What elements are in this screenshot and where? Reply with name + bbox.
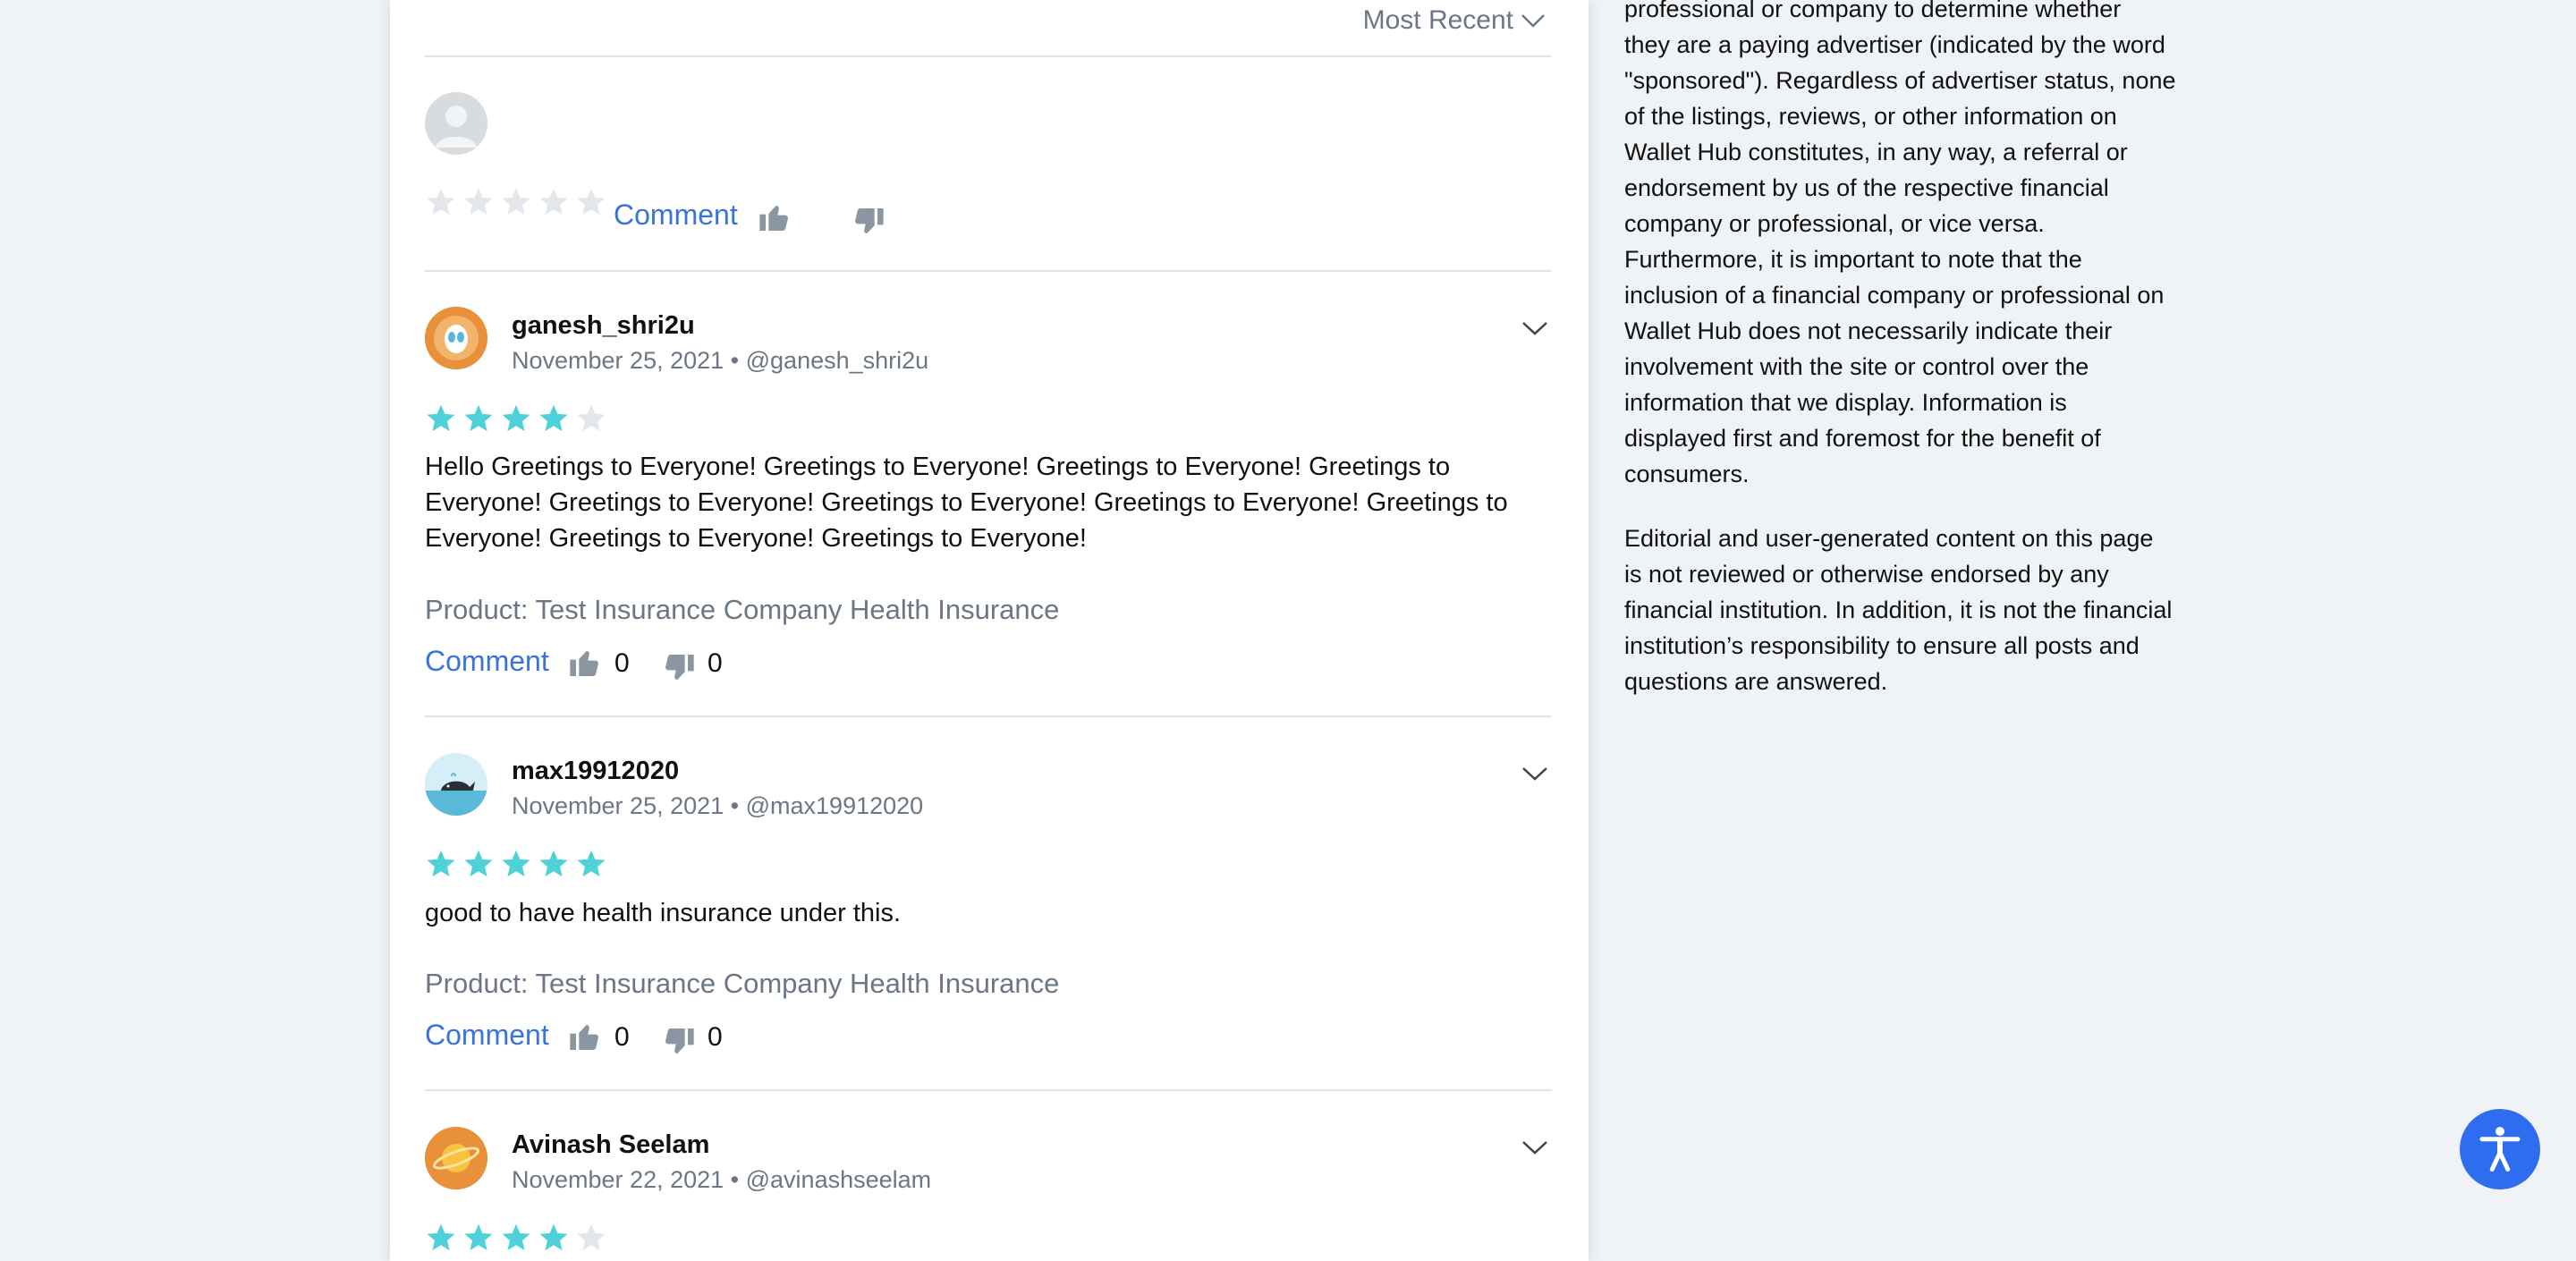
star-icon: [539, 404, 568, 432]
review-product: Product: Test Insurance Company Health I…: [425, 968, 1060, 999]
review-date: November 25, 2021: [512, 347, 724, 374]
star-icon: [464, 404, 493, 432]
review-rating-stars: [425, 848, 607, 880]
star-icon: [577, 404, 606, 432]
disclosure-line: of the listings, reviews, or other infor…: [1624, 103, 2117, 130]
star-icon: [427, 404, 455, 432]
reviewer-avatar: [425, 1127, 487, 1189]
disclosure-line: Editorial and user-generated content on …: [1624, 525, 2154, 552]
review-product: Product: Test Insurance Company Health I…: [425, 594, 1060, 625]
divider: [425, 270, 1552, 272]
disclosure-line: "sponsored"). Regardless of advertiser s…: [1624, 67, 2176, 94]
chevron-down-icon: [1521, 14, 1545, 28]
comment-link[interactable]: Comment: [614, 199, 738, 232]
disclosure-line: Wallet Hub constitutes, in any way, a re…: [1624, 139, 2128, 165]
star-icon: [427, 1223, 455, 1251]
review-rating-stars: [425, 402, 607, 435]
dislike-count: 0: [708, 1022, 723, 1052]
disclosure-line: consumers.: [1624, 461, 1750, 487]
rating-input-stars[interactable]: [425, 186, 607, 218]
disclosure-line: involvement with the site or control ove…: [1624, 353, 2089, 380]
review-date: November 25, 2021: [512, 792, 724, 819]
review-text: Hello Greetings to Everyone! Greetings t…: [425, 453, 1508, 553]
reviews-card: Most Recent Comment ganesh_shri2u Novemb…: [390, 0, 1589, 1261]
like-count: 0: [614, 1022, 630, 1052]
disclosure-line: questions are answered.: [1624, 668, 1888, 695]
sort-label: Most Recent: [1362, 5, 1513, 35]
star-icon: [502, 404, 530, 432]
thumbs-down-icon[interactable]: [661, 650, 697, 686]
like-count: 0: [614, 648, 630, 678]
star-icon[interactable]: [500, 186, 532, 218]
planet-avatar-icon: [425, 1127, 487, 1189]
reviewer-handle[interactable]: @ganesh_shri2u: [746, 347, 929, 374]
star-icon[interactable]: [538, 186, 570, 218]
thumbs-up-icon[interactable]: [757, 199, 792, 235]
accessibility-icon: [2479, 1127, 2521, 1172]
advertiser-disclosure-paragraph: professional or company to determine whe…: [1624, 0, 2197, 492]
user-silhouette-icon: [436, 106, 477, 148]
reviewer-handle[interactable]: @avinashseelam: [746, 1166, 932, 1193]
star-icon: [502, 850, 530, 877]
editorial-disclosure-paragraph: Editorial and user-generated content on …: [1624, 520, 2197, 699]
star-icon[interactable]: [575, 186, 607, 218]
reviewer-handle[interactable]: @max19912020: [746, 792, 924, 819]
divider: [425, 1089, 1552, 1091]
disclosure-line: Wallet Hub does not necessarily indicate…: [1624, 317, 2113, 344]
review-meta: November 25, 2021 • @ganesh_shri2u: [512, 347, 929, 374]
disclosure-line: is not reviewed or otherwise endorsed by…: [1624, 561, 2109, 588]
reviewer-avatar: [425, 307, 487, 369]
disclosure-line: endorsement by us of the respective fina…: [1624, 174, 2109, 201]
reviewer-username[interactable]: ganesh_shri2u: [512, 311, 695, 341]
star-icon: [539, 850, 568, 877]
divider: [425, 715, 1552, 717]
disclosure-line: professional or company to determine whe…: [1624, 0, 2122, 22]
thumbs-up-icon[interactable]: [567, 645, 603, 681]
chevron-down-icon[interactable]: [1521, 1138, 1549, 1156]
disclosure-line: company or professional, or vice versa.: [1624, 210, 2045, 237]
comment-link[interactable]: Comment: [425, 1019, 549, 1052]
review-text: good to have health insurance under this…: [425, 899, 902, 927]
user-avatar-placeholder: [425, 92, 487, 155]
star-icon: [464, 1223, 493, 1251]
review-meta: November 25, 2021 • @max19912020: [512, 792, 924, 819]
disclosure-line: information that we display. Information…: [1624, 389, 2067, 416]
star-icon: [577, 1223, 606, 1251]
disclosure-line: financial institution. In addition, it i…: [1624, 597, 2173, 623]
alien-avatar-icon: [425, 307, 487, 369]
disclosure-line: Furthermore, it is important to note tha…: [1624, 246, 2082, 273]
thumbs-down-icon[interactable]: [661, 1024, 697, 1060]
disclosure-line: they are a paying advertiser (indicated …: [1624, 31, 2165, 58]
chevron-down-icon[interactable]: [1521, 765, 1549, 783]
disclosure-line: inclusion of a financial company or prof…: [1624, 282, 2165, 309]
reviewer-username[interactable]: Avinash Seelam: [512, 1130, 709, 1160]
divider: [425, 55, 1552, 57]
reviewer-username[interactable]: max19912020: [512, 757, 679, 786]
star-icon: [502, 1223, 530, 1251]
review-date: November 22, 2021: [512, 1166, 724, 1193]
whale-avatar-icon: [425, 753, 487, 816]
star-icon[interactable]: [425, 186, 457, 218]
comment-link[interactable]: Comment: [425, 645, 549, 678]
star-icon[interactable]: [462, 186, 495, 218]
disclosure-line: displayed first and foremost for the ben…: [1624, 425, 2101, 452]
disclosure-line: institution’s responsibility to ensure a…: [1624, 632, 2140, 659]
star-icon: [577, 850, 606, 877]
reviewer-avatar: [425, 753, 487, 816]
sort-dropdown[interactable]: Most Recent: [1363, 5, 1546, 36]
thumbs-down-icon[interactable]: [851, 204, 886, 240]
chevron-down-icon[interactable]: [1521, 319, 1549, 337]
review-rating-stars: [425, 1222, 607, 1254]
thumbs-up-icon[interactable]: [567, 1019, 603, 1054]
star-icon: [464, 850, 493, 877]
review-meta: November 22, 2021 • @avinashseelam: [512, 1166, 932, 1193]
star-icon: [427, 850, 455, 877]
dislike-count: 0: [708, 648, 723, 678]
accessibility-button[interactable]: [2460, 1109, 2540, 1189]
star-icon: [539, 1223, 568, 1251]
